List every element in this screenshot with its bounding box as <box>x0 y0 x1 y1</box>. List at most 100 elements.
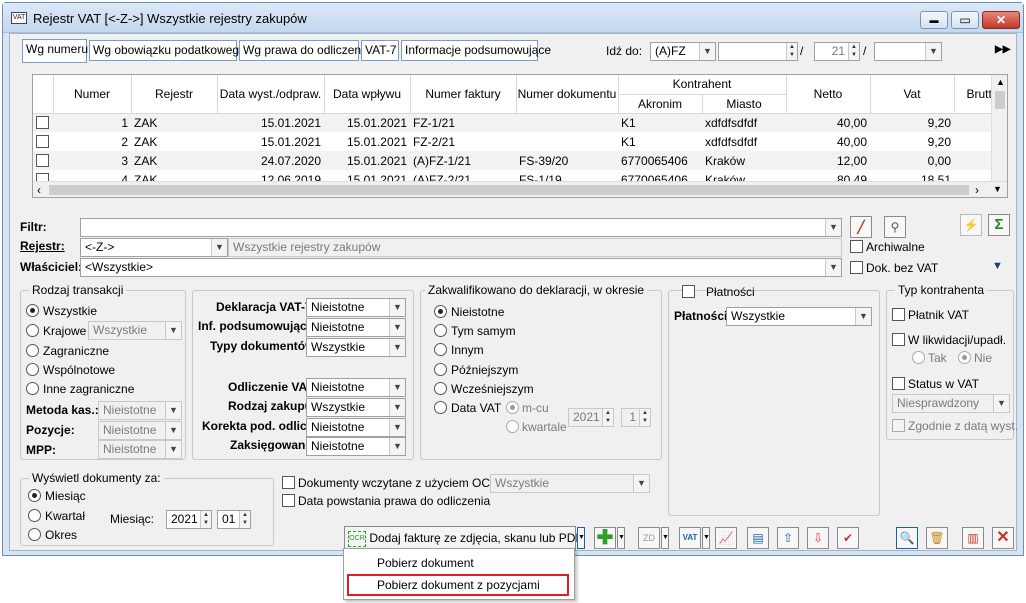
collapse-arrow-icon[interactable]: ▼ <box>992 260 1003 272</box>
tab-wg-numeru[interactable]: Wg numeru <box>22 39 88 63</box>
col-numer[interactable]: Numer <box>53 75 132 114</box>
radio-pozniejszym[interactable] <box>434 363 447 376</box>
col-akronim[interactable]: Akronim <box>618 94 703 114</box>
vat-dropdown-arrow[interactable]: ▼ <box>702 527 710 549</box>
radio-wczesniejszym[interactable] <box>434 382 447 395</box>
col-rejestr[interactable]: Rejestr <box>131 75 218 114</box>
typy-dokumentow-select[interactable]: Wszystkie ▼ <box>306 338 406 357</box>
close-window-button[interactable]: ✕ <box>982 11 1020 29</box>
filter-input[interactable]: ▼ <box>80 218 842 237</box>
table-row[interactable]: 3 ZAK 24.07.2020 15.01.2021 (A)FZ-1/21 F… <box>33 151 993 170</box>
row-checkbox[interactable] <box>36 116 49 130</box>
radio-m-cu[interactable] <box>506 401 519 414</box>
ocr-dropdown-arrow[interactable]: ▼ <box>577 527 585 549</box>
wlasciciel-select[interactable]: <Wszystkie> ▼ <box>80 258 842 277</box>
add-dropdown-arrow[interactable]: ▼ <box>617 527 625 549</box>
scroll-left-icon[interactable]: ‹ <box>37 183 41 197</box>
maximize-button[interactable]: ▭ <box>951 11 979 29</box>
zaksiegowano-select[interactable]: Nieistotne ▼ <box>306 437 406 456</box>
radio-tak[interactable] <box>912 351 925 364</box>
tab-wg-obowiazku[interactable]: Wg obowiązku podatkowego <box>89 40 246 61</box>
goto-field-1[interactable]: ▲ ▼ <box>718 42 798 61</box>
radio-zagraniczne[interactable] <box>26 344 39 357</box>
scroll-right-icon[interactable]: › <box>975 183 979 197</box>
radio-kwartal[interactable] <box>28 509 41 522</box>
col-brutto[interactable]: Brutto <box>954 75 994 114</box>
scroll-thumb[interactable] <box>995 91 1005 109</box>
deklaracja-select[interactable]: Nieistotne ▼ <box>306 298 406 317</box>
col-numer-dokumentu[interactable]: Numer dokumentu <box>516 75 619 114</box>
send-icon[interactable]: ⇩ <box>807 527 829 549</box>
radio-data-vat[interactable] <box>434 401 447 414</box>
check-icon[interactable]: ✔ <box>837 527 859 549</box>
odliczenie-vat-select[interactable]: Nieistotne ▼ <box>306 378 406 397</box>
inf-podsumowujace-select[interactable]: Nieistotne ▼ <box>306 318 406 337</box>
scroll-thumb-h[interactable] <box>49 185 969 195</box>
upload-icon[interactable]: ⇧ <box>777 527 799 549</box>
goto-number-field[interactable]: 21 ▲ ▼ <box>814 42 860 61</box>
clear-filter-icon[interactable]: ╱ <box>850 216 872 238</box>
col-numer-faktury[interactable]: Numer faktury <box>410 75 517 114</box>
data-vat-year[interactable]: 2021 ▲ ▼ <box>568 408 614 427</box>
krajowe-select[interactable]: Wszystkie ▼ <box>88 321 182 340</box>
export-icon[interactable]: ▤ <box>747 527 769 549</box>
table-row[interactable]: 1 ZAK 15.01.2021 15.01.2021 FZ-1/21 K1 x… <box>33 113 993 132</box>
vertical-scrollbar[interactable]: ▲ <box>991 75 1007 181</box>
ocr-add-button[interactable]: OCR Dodaj fakturę ze zdjęcia, skanu lub … <box>344 526 583 550</box>
radio-wspolnotowe[interactable] <box>26 363 39 376</box>
rodzaj-zakupu-select[interactable]: Wszystkie ▼ <box>306 398 406 417</box>
radio-miesiac[interactable] <box>28 489 41 502</box>
dok-bez-vat-checkbox[interactable] <box>850 261 863 274</box>
pozycje-select[interactable]: Nieistotne ▼ <box>98 421 182 440</box>
minimize-button[interactable]: ▬ <box>920 11 948 29</box>
radio-innym[interactable] <box>434 343 447 356</box>
fast-forward-icon[interactable]: ▶▶ <box>995 44 1010 55</box>
vat-icon[interactable]: VAT <box>679 527 701 549</box>
status-vat-checkbox[interactable] <box>892 377 905 390</box>
ocr-checkbox[interactable] <box>282 476 295 489</box>
zgodnie-checkbox[interactable] <box>892 419 905 432</box>
zd-dropdown-arrow[interactable]: ▼ <box>661 527 669 549</box>
table-row[interactable]: 2 ZAK 15.01.2021 15.01.2021 FZ-2/21 K1 x… <box>33 132 993 151</box>
korekta-select[interactable]: Nieistotne ▼ <box>306 418 406 437</box>
chart-icon[interactable]: 📈 <box>715 527 737 549</box>
radio-kwartale[interactable] <box>506 420 519 433</box>
add-plus-icon[interactable]: ✚ <box>594 527 616 549</box>
radio-krajowe[interactable] <box>26 324 39 337</box>
col-data-wplywu[interactable]: Data wpływu <box>324 75 411 114</box>
metoda-kas-select[interactable]: Nieistotne ▼ <box>98 401 182 420</box>
tab-informacje[interactable]: Informacje podsumowujące <box>401 40 551 61</box>
col-miasto[interactable]: Miasto <box>702 94 787 114</box>
col-vat[interactable]: Vat <box>870 75 955 114</box>
radio-okres[interactable] <box>28 528 41 541</box>
delete-icon[interactable]: 🗑 <box>926 527 948 549</box>
rejestr-select[interactable]: <-Z-> ▼ <box>80 238 228 257</box>
sigma-icon[interactable]: Σ <box>988 214 1010 236</box>
menu-item-pobierz-dokument[interactable]: Pobierz dokument <box>377 556 474 570</box>
platnosci-select[interactable]: Wszystkie ▼ <box>726 307 872 326</box>
mpp-select[interactable]: Nieistotne ▼ <box>98 440 182 459</box>
ocr-select[interactable]: Wszystkie ▼ <box>490 474 650 493</box>
lightning-icon[interactable]: ⚡ <box>960 214 982 236</box>
preview-icon[interactable]: 🔍 <box>896 527 918 549</box>
radio-nieistotne[interactable] <box>434 305 447 318</box>
data-powstania-checkbox[interactable] <box>282 494 295 507</box>
archiwalne-checkbox[interactable] <box>850 240 863 253</box>
columns-icon[interactable]: ▥ <box>962 527 984 549</box>
miesiac-year[interactable]: 2021 ▲ ▼ <box>166 510 212 529</box>
radio-inne-zagraniczne[interactable] <box>26 382 39 395</box>
data-vat-month[interactable]: 1 ▲ ▼ <box>621 408 651 427</box>
row-checkbox[interactable] <box>36 135 49 148</box>
scroll-down-icon[interactable]: ▼ <box>993 184 1002 194</box>
menu-item-pobierz-z-pozycjami[interactable]: Pobierz dokument z pozycjami <box>347 574 569 596</box>
filter-construct-icon[interactable]: ⚲ <box>884 216 906 238</box>
radio-tym-samym[interactable] <box>434 324 447 337</box>
miesiac-month[interactable]: 01 ▲ ▼ <box>217 510 251 529</box>
platnosci-checkbox[interactable] <box>682 285 695 298</box>
scroll-up-icon[interactable]: ▲ <box>996 77 1005 87</box>
col-data-wyst[interactable]: Data wyst./odpraw. <box>217 75 325 114</box>
radio-wszystkie[interactable] <box>26 304 39 317</box>
close-icon[interactable]: ✕ <box>992 527 1014 549</box>
likwidacja-checkbox[interactable] <box>892 333 905 346</box>
tab-wg-prawa[interactable]: Wg prawa do odliczenia <box>239 40 370 61</box>
